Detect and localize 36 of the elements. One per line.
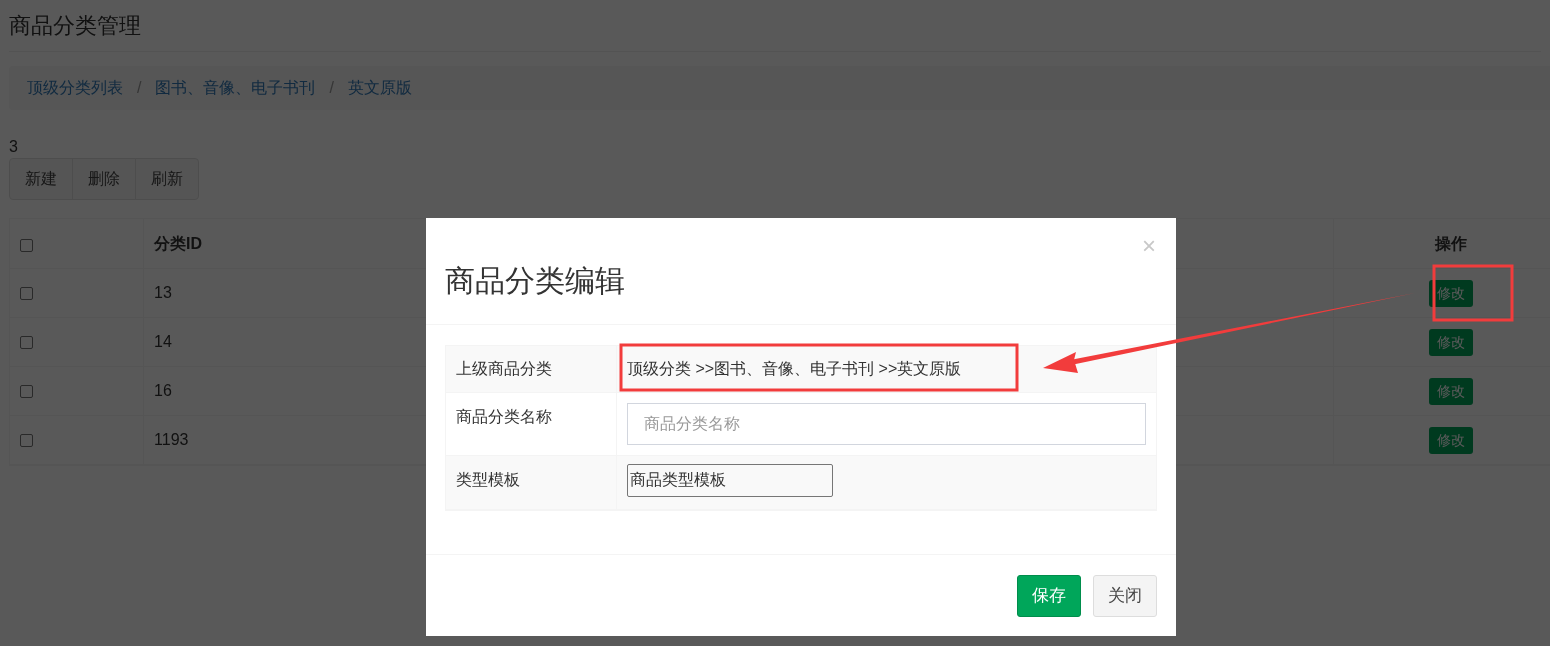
- close-button[interactable]: ×: [1142, 234, 1156, 258]
- field-label: 类型模板: [456, 470, 520, 490]
- toolbar-button[interactable]: 删除: [72, 158, 136, 200]
- field-value: 顶级分类 >>图书、音像、电子书刊 >>英文原版: [627, 359, 962, 379]
- table-cell-text: 1193: [154, 430, 189, 450]
- toolbar-button[interactable]: 刷新: [135, 158, 199, 200]
- edit-button[interactable]: 修改: [1428, 426, 1473, 454]
- breadcrumb-link[interactable]: 顶级分类列表: [27, 76, 123, 100]
- close-dialog-button[interactable]: 关闭: [1093, 574, 1157, 617]
- breadcrumb-link[interactable]: 图书、音像、电子书刊: [155, 76, 316, 100]
- column-header: 分类ID: [154, 233, 203, 254]
- edit-button[interactable]: 修改: [1428, 377, 1473, 405]
- table-cell-text: 13: [154, 283, 172, 303]
- edit-button[interactable]: 修改: [1428, 279, 1473, 307]
- arrow-icon: [1043, 293, 1415, 373]
- table-cell-text: 16: [154, 381, 172, 401]
- table-cell-text: 14: [154, 332, 172, 352]
- column-header: 操作: [1434, 233, 1467, 254]
- count-text: 3: [9, 137, 18, 157]
- edit-button[interactable]: 修改: [1428, 328, 1473, 356]
- breadcrumb-link[interactable]: 英文原版: [347, 76, 412, 100]
- save-button[interactable]: 保存: [1017, 574, 1081, 617]
- checkbox[interactable]: [20, 286, 33, 300]
- page-title: 商品分类管理: [9, 12, 141, 40]
- checkbox[interactable]: [20, 239, 33, 252]
- breadcrumb-separator: /: [329, 78, 334, 98]
- toolbar-button[interactable]: 新建: [9, 158, 73, 200]
- field-label: 上级商品分类: [456, 359, 552, 379]
- checkbox[interactable]: [20, 335, 33, 349]
- dialog-title: 商品分类编辑: [445, 262, 625, 299]
- checkbox[interactable]: [20, 384, 33, 398]
- field-label: 商品分类名称: [456, 407, 552, 427]
- breadcrumb-separator: /: [137, 78, 142, 98]
- input-field[interactable]: 商品类型模板: [627, 464, 833, 497]
- checkbox[interactable]: [20, 433, 33, 447]
- input-field[interactable]: 商品分类名称: [627, 403, 1146, 445]
